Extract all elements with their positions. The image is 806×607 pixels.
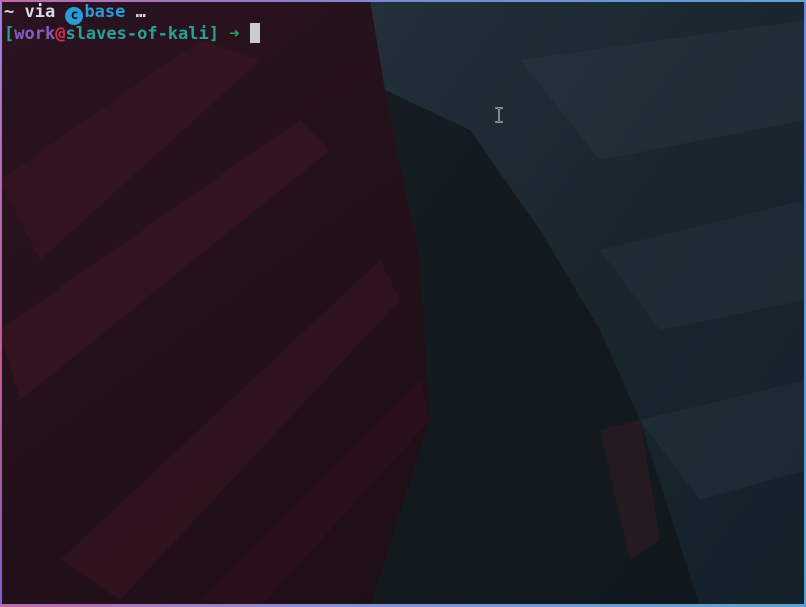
ibeam-cursor-icon xyxy=(495,107,503,123)
open-bracket: [ xyxy=(4,24,15,44)
terminal-background-wallpaper xyxy=(0,0,806,607)
prompt-arrow-icon: ➜ xyxy=(219,24,250,44)
prompt-hostname: slaves-of-kali xyxy=(65,24,209,44)
cwd-tilde: ~ xyxy=(4,2,15,22)
ellipsis-text: … xyxy=(125,2,146,22)
terminal-window[interactable]: ~ via c base … [work@slaves-of-kali] ➜ xyxy=(0,0,806,607)
via-text: via xyxy=(14,2,66,22)
prompt-at-sign: @ xyxy=(55,24,66,44)
text-cursor-block[interactable] xyxy=(249,23,260,43)
prompt-status-line: ~ via c base … xyxy=(4,1,146,25)
env-name: base xyxy=(84,2,126,22)
prompt-username: work xyxy=(14,24,56,44)
command-prompt-line[interactable]: [work@slaves-of-kali] ➜ xyxy=(4,23,260,45)
close-bracket: ] xyxy=(208,24,219,44)
window-border-left xyxy=(0,0,2,607)
